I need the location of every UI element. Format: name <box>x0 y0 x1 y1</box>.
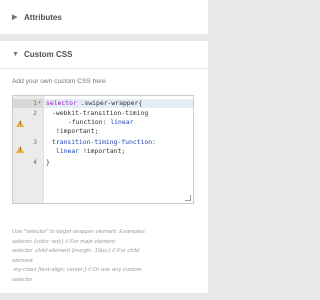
css-code-editor[interactable]: 1 ▾ selector .swiper-wrapper{ ! 2 -webki… <box>12 95 194 204</box>
line-number: 4 <box>33 158 37 166</box>
code-line[interactable]: transition-timing-function: <box>52 138 156 147</box>
custom-css-section-header[interactable]: ▼ Custom CSS <box>0 41 208 69</box>
fold-arrow-icon[interactable]: ▾ <box>38 99 41 108</box>
line-number: 1 <box>33 99 37 107</box>
custom-css-help-text: Use "selector" to target wrapper element… <box>12 228 196 285</box>
attributes-section-header[interactable]: ▶ Attributes <box>0 0 208 34</box>
help-line: selector .child-element {margin: 10px;} … <box>12 248 140 254</box>
help-line: Use "selector" to target wrapper element… <box>12 229 147 235</box>
help-line: element <box>12 257 33 264</box>
help-line: selector {color: red;} // For main eleme… <box>12 238 116 245</box>
code-line-wrap[interactable]: !important; <box>56 127 98 136</box>
line-number: 3 <box>33 138 37 146</box>
line-number: 2 <box>33 109 37 117</box>
help-line: selector <box>12 276 33 283</box>
code-line-wrap[interactable]: linear !important; <box>56 147 125 156</box>
custom-css-section-body: Add your own custom CSS here 1 ▾ selecto… <box>0 69 208 293</box>
custom-css-section-title: Custom CSS <box>24 50 73 59</box>
warning-icon[interactable]: ! <box>16 120 24 127</box>
caret-down-icon: ▼ <box>12 51 19 58</box>
help-line: .my-class {text-align: center;} // Or us… <box>12 267 142 273</box>
elementor-panel: ▶ Attributes ▼ Custom CSS Add your own c… <box>0 0 208 300</box>
code-line[interactable]: selector .swiper-wrapper{ <box>46 99 142 108</box>
custom-css-description: Add your own custom CSS here <box>12 78 106 85</box>
attributes-section-title: Attributes <box>24 12 62 22</box>
caret-right-icon: ▶ <box>12 14 18 21</box>
code-line[interactable]: } <box>46 158 50 167</box>
code-line-wrap[interactable]: -function: linear <box>68 118 133 127</box>
code-line[interactable]: -webkit-transition-timing <box>52 109 148 118</box>
resize-handle-icon[interactable] <box>185 195 191 201</box>
warning-icon[interactable]: ! <box>16 146 24 153</box>
